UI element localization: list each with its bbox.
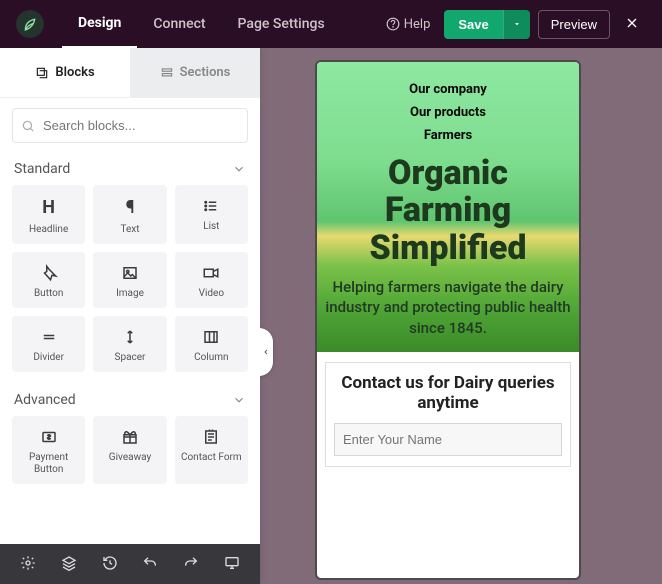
history-button[interactable] <box>96 549 124 580</box>
sidebar: Blocks Sections Standard HHeadline <box>0 48 260 584</box>
spacer-icon <box>121 328 139 346</box>
redo-button[interactable] <box>177 549 205 580</box>
block-text[interactable]: ¶Text <box>93 185 166 244</box>
section-standard-toggle[interactable]: Standard <box>12 155 248 185</box>
preview-contact-title: Contact us for Dairy queries anytime <box>334 373 562 413</box>
tab-connect[interactable]: Connect <box>137 0 221 48</box>
sections-icon <box>160 66 174 80</box>
close-button[interactable] <box>618 9 646 40</box>
canvas-area: Our company Our products Farmers Organic… <box>260 48 662 584</box>
preview-device: Our company Our products Farmers Organic… <box>315 60 581 580</box>
help-icon <box>386 17 400 31</box>
block-image[interactable]: Image <box>93 252 166 308</box>
chevron-down-icon <box>232 393 246 407</box>
chevron-down-icon <box>232 162 246 176</box>
video-icon <box>202 264 220 282</box>
preview-nav: Our company Our products Farmers <box>325 82 571 143</box>
layers-button[interactable] <box>55 549 83 580</box>
undo-button[interactable] <box>136 549 164 580</box>
sidebar-tab-sections[interactable]: Sections <box>130 48 260 97</box>
text-icon: ¶ <box>126 197 135 218</box>
preview-headline: Organic Farming Simplified <box>325 155 571 267</box>
image-icon <box>121 264 139 282</box>
contact-form-icon <box>202 428 220 446</box>
history-icon <box>102 555 118 571</box>
search-input[interactable] <box>12 108 248 143</box>
preview-subhead: Helping farmers navigate the dairy indus… <box>325 277 571 338</box>
preview-name-input[interactable] <box>334 423 562 456</box>
payment-icon <box>40 428 58 446</box>
block-headline[interactable]: HHeadline <box>12 185 85 244</box>
preview-nav-item[interactable]: Our company <box>325 82 571 97</box>
giveaway-icon <box>121 428 139 446</box>
block-list[interactable]: List <box>175 185 248 244</box>
monitor-icon <box>224 555 240 571</box>
block-giveaway[interactable]: Giveaway <box>93 416 166 484</box>
device-button[interactable] <box>218 549 246 580</box>
undo-icon <box>142 555 158 571</box>
save-dropdown[interactable] <box>503 10 530 39</box>
redo-icon <box>183 555 199 571</box>
block-spacer[interactable]: Spacer <box>93 316 166 372</box>
section-advanced-toggle[interactable]: Advanced <box>12 386 248 416</box>
settings-button[interactable] <box>14 549 42 580</box>
close-icon <box>624 15 640 31</box>
caret-down-icon <box>512 19 522 29</box>
tab-design[interactable]: Design <box>62 0 137 48</box>
headline-icon: H <box>42 197 55 218</box>
block-payment-button[interactable]: Payment Button <box>12 416 85 484</box>
column-icon <box>202 328 220 346</box>
leaf-icon <box>22 16 38 32</box>
preview-hero: Our company Our products Farmers Organic… <box>317 62 579 352</box>
preview-contact-card: Contact us for Dairy queries anytime <box>325 362 571 467</box>
tab-page-settings[interactable]: Page Settings <box>222 0 341 48</box>
help-link[interactable]: Help <box>386 17 431 32</box>
nav-tabs: Design Connect Page Settings <box>62 0 341 48</box>
preview-scroll[interactable]: Our company Our products Farmers Organic… <box>317 62 579 578</box>
search-icon <box>21 119 35 133</box>
button-icon <box>40 264 58 282</box>
block-contact-form[interactable]: Contact Form <box>175 416 248 484</box>
divider-icon <box>40 328 58 346</box>
sidebar-collapse-handle[interactable] <box>260 328 273 376</box>
app-logo <box>16 10 44 38</box>
blocks-icon <box>35 66 49 80</box>
preview-nav-item[interactable]: Farmers <box>325 128 571 143</box>
bottom-toolbar <box>0 544 260 584</box>
chevron-left-icon <box>262 347 270 357</box>
preview-button[interactable]: Preview <box>538 10 610 39</box>
topbar: Design Connect Page Settings Help Save P… <box>0 0 662 48</box>
block-divider[interactable]: Divider <box>12 316 85 372</box>
block-button[interactable]: Button <box>12 252 85 308</box>
block-column[interactable]: Column <box>175 316 248 372</box>
save-button[interactable]: Save <box>444 10 502 39</box>
layers-icon <box>61 555 77 571</box>
sidebar-tab-blocks[interactable]: Blocks <box>0 48 130 97</box>
gear-icon <box>20 555 36 571</box>
preview-nav-item[interactable]: Our products <box>325 105 571 120</box>
block-video[interactable]: Video <box>175 252 248 308</box>
list-icon <box>202 197 220 215</box>
